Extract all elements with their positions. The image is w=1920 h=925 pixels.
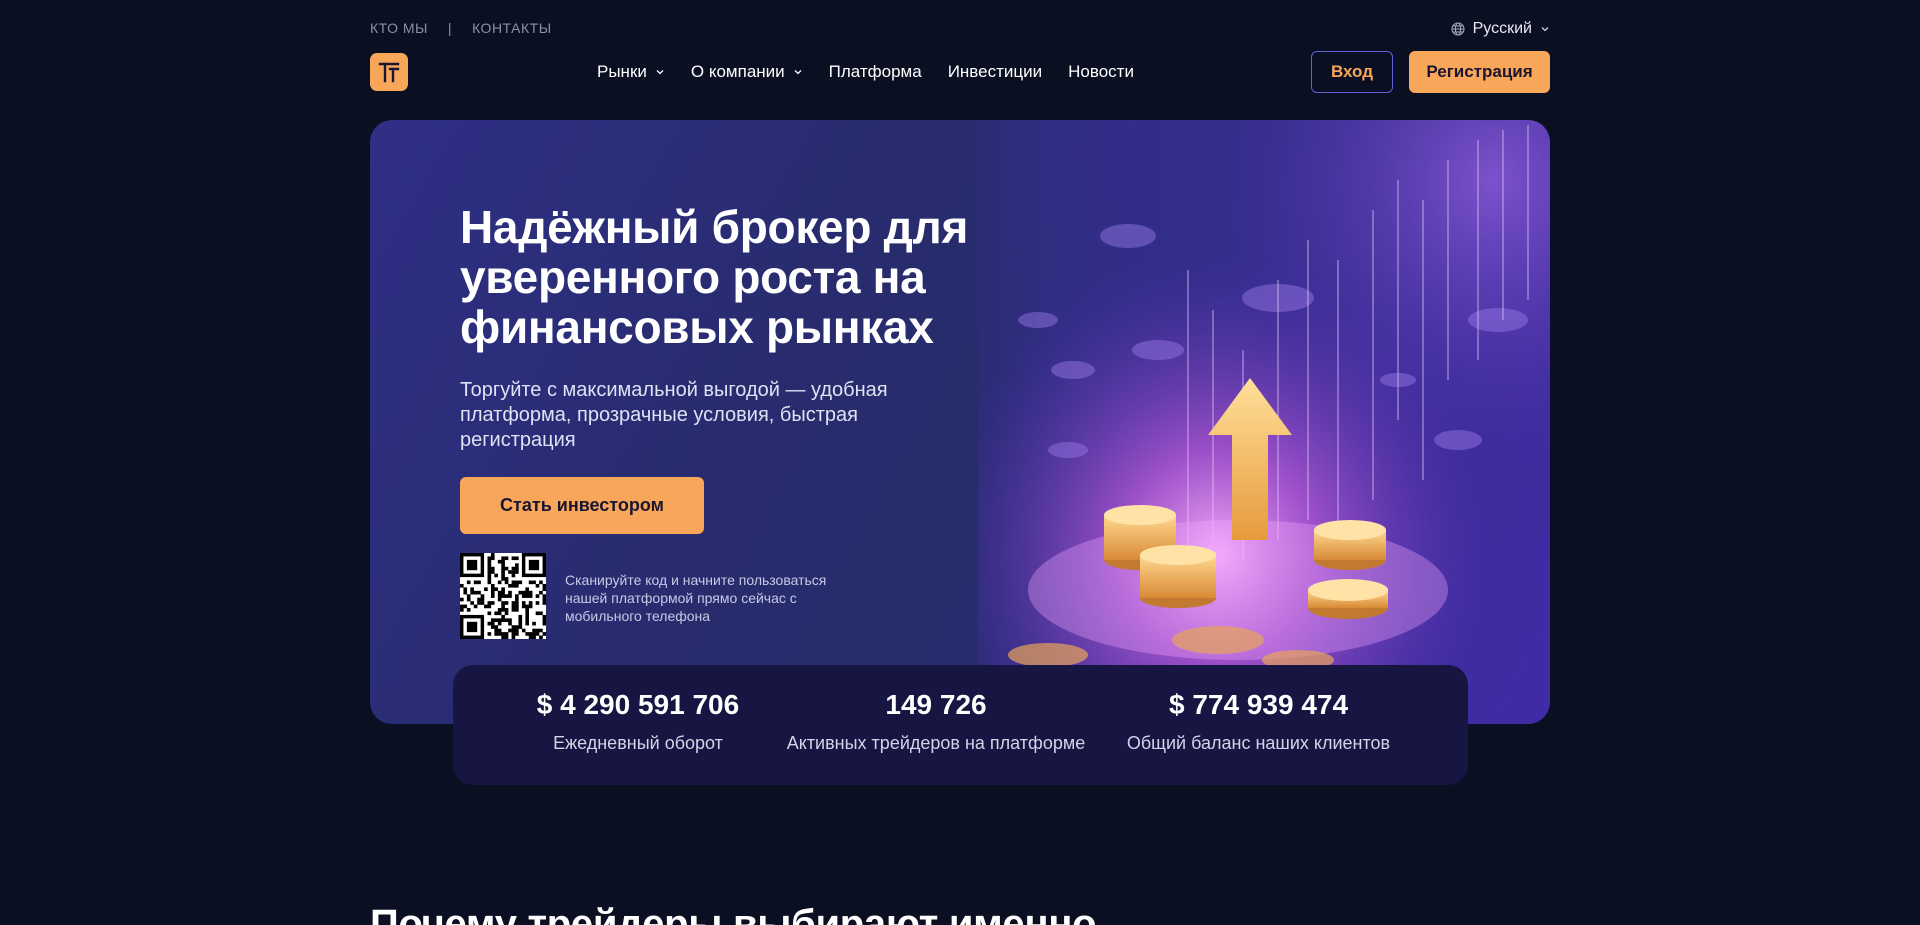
hero-title-line: уверенного роста на — [460, 251, 926, 303]
main-nav: Рынки О компании Платформа Инвестиции Но… — [370, 51, 1550, 93]
nav-item-label: О компании — [690, 62, 785, 81]
stat-daily-turnover: $ 4 290 591 706 Ежедневный оборот — [523, 689, 753, 754]
nav-item-platform[interactable]: Платформа — [829, 62, 922, 82]
nav-item-label: Инвестиции — [947, 62, 1043, 81]
stats-panel: $ 4 290 591 706 Ежедневный оборот 149 72… — [453, 665, 1468, 785]
stat-label: Общий баланс наших клиентов — [1126, 733, 1391, 753]
nav-item-company[interactable]: О компании — [691, 62, 803, 82]
hero-title-line: Надёжный брокер для — [460, 201, 968, 253]
top-link-contacts[interactable]: КОНТАКТЫ — [472, 20, 552, 36]
top-link-separator: | — [447, 20, 453, 36]
nav-item-label: Платформа — [828, 62, 922, 81]
hero-subtitle: Торгуйте с максимальной выгодой — удобна… — [460, 379, 888, 451]
stat-label: Активных трейдеров на платформе — [786, 733, 1086, 753]
stat-client-balance: $ 774 939 474 Общий баланс наших клиенто… — [1121, 689, 1396, 754]
hero-title: Надёжный брокер для уверенного роста на … — [460, 202, 1000, 352]
top-bar: КТО МЫ | КОНТАКТЫ Русский — [370, 20, 1550, 40]
qr-code — [460, 553, 547, 640]
chevron-down-icon — [655, 62, 665, 82]
nav-item-label: Рынки — [597, 62, 647, 81]
qr-code-graphic — [460, 553, 547, 640]
globe-icon — [1451, 22, 1465, 36]
language-selector[interactable]: Русский — [1451, 20, 1550, 38]
stat-active-traders: 149 726 Активных трейдеров на платформе — [771, 689, 1101, 754]
chevron-down-icon — [1540, 24, 1550, 34]
nav-item-news[interactable]: Новости — [1068, 62, 1134, 82]
top-links: КТО МЫ | КОНТАКТЫ — [370, 20, 552, 36]
hero-banner: Надёжный брокер для уверенного роста на … — [370, 120, 1550, 724]
hero-illustration — [978, 120, 1550, 724]
stat-value: $ 4 290 591 706 — [536, 689, 740, 720]
nav-menu: Рынки О компании Платформа Инвестиции Но… — [597, 51, 1134, 93]
nav-item-investments[interactable]: Инвестиции — [948, 62, 1042, 82]
register-button[interactable]: Регистрация — [1409, 51, 1550, 93]
chevron-down-icon — [793, 62, 803, 82]
hero-title-line: финансовых рынках — [460, 301, 934, 353]
nav-item-label: Новости — [1068, 62, 1134, 81]
hero-text: Надёжный брокер для уверенного роста на … — [460, 202, 1000, 453]
language-label: Русский — [1472, 20, 1532, 37]
stat-value: 149 726 — [885, 689, 987, 720]
section-title: Почему трейдеры выбирают именно — [370, 902, 1097, 925]
nav-item-markets[interactable]: Рынки — [597, 62, 665, 82]
auth-buttons: Вход Регистрация — [1311, 51, 1550, 93]
stat-value: $ 774 939 474 — [1168, 689, 1349, 720]
stat-label: Ежедневный оборот — [553, 733, 723, 753]
qr-caption: Сканируйте код и начните пользоваться на… — [565, 572, 827, 624]
become-investor-button[interactable]: Стать инвестором — [460, 477, 704, 534]
login-button[interactable]: Вход — [1311, 51, 1393, 93]
logo-icon[interactable] — [370, 53, 408, 91]
top-link-about[interactable]: КТО МЫ — [370, 20, 428, 36]
